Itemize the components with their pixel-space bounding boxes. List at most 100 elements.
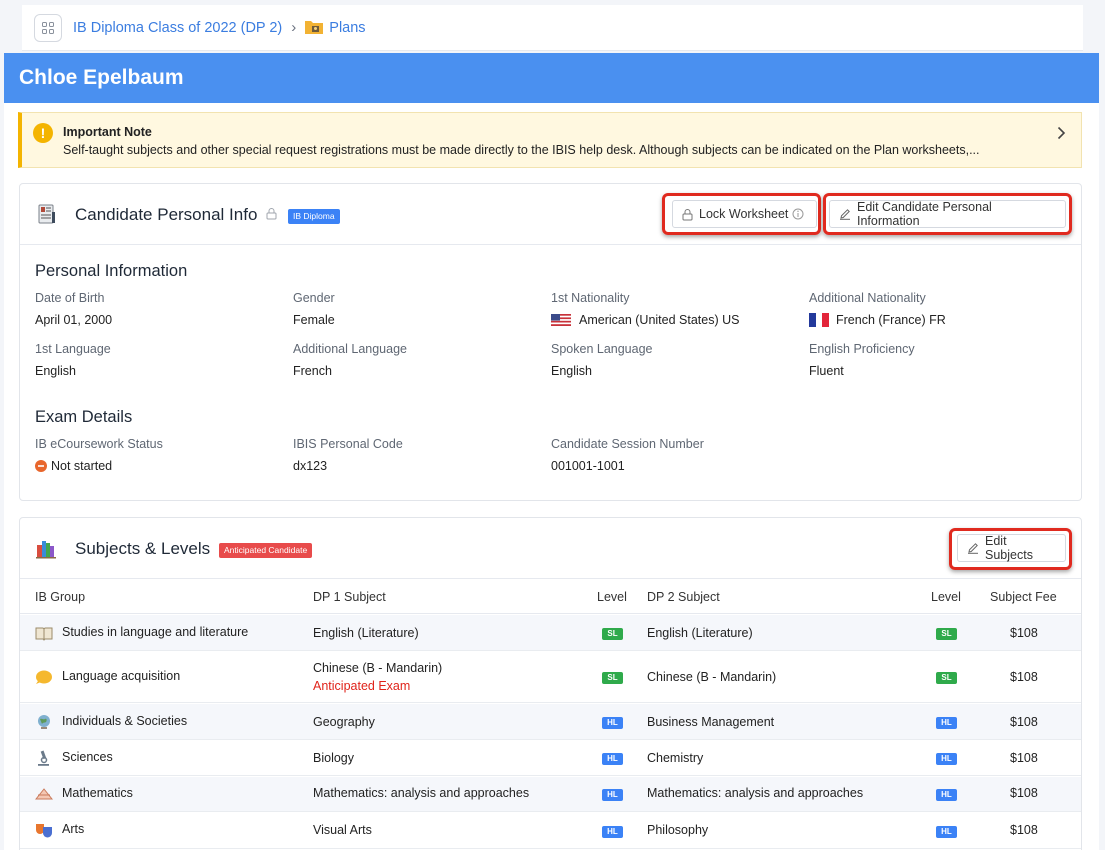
gender-value: Female xyxy=(293,313,335,327)
spoken-language-value: English xyxy=(551,364,592,378)
dob-value: April 01, 2000 xyxy=(35,313,113,327)
table-row: Language acquisition Chinese (B - Mandar… xyxy=(20,652,1081,703)
subject-fee: $108 xyxy=(1010,626,1038,640)
first-nationality-text: American (United States) US xyxy=(579,313,740,327)
lock-worksheet-button[interactable]: Lock Worksheet xyxy=(672,200,817,228)
breadcrumb-separator: › xyxy=(291,19,297,36)
student-name-header: Chloe Epelbaum xyxy=(4,53,1099,103)
ecoursework-value: Not started xyxy=(35,459,112,473)
additional-language-label: Additional Language xyxy=(293,342,407,356)
info-icon[interactable] xyxy=(792,208,804,220)
dob-label: Date of Birth xyxy=(35,291,105,305)
edit-subjects-button[interactable]: Edit Subjects xyxy=(957,534,1066,562)
group-name: Arts xyxy=(62,822,85,836)
note-title: Important Note xyxy=(63,125,152,139)
first-language-value: English xyxy=(35,364,76,378)
breadcrumb: IB Diploma Class of 2022 (DP 2) › Plans xyxy=(22,5,1083,51)
triangle-ruler-icon xyxy=(34,786,54,802)
col-ib-group: IB Group xyxy=(35,590,86,604)
gender-label: Gender xyxy=(293,291,335,305)
dp1-subject: Chinese (B - Mandarin) xyxy=(313,661,443,675)
card-header: Candidate Personal Info IB Diploma Lock … xyxy=(20,184,1081,245)
subject-fee: $108 xyxy=(1010,823,1038,837)
edit-personal-info-label: Edit Candidate Personal Information xyxy=(857,200,992,228)
breadcrumb-plans-link[interactable]: Plans xyxy=(329,20,365,36)
level-badge: HL xyxy=(602,717,623,729)
apps-grid-icon[interactable] xyxy=(34,13,62,42)
dp2-subject: Philosophy xyxy=(647,823,709,837)
level-badge: SL xyxy=(936,672,957,684)
main-content: ! Important Note Self-taught subjects an… xyxy=(4,103,1099,850)
microscope-icon xyxy=(35,750,53,766)
card-title: Subjects & Levels xyxy=(75,539,211,558)
first-nationality-value: American (United States) US xyxy=(551,313,739,327)
france-flag-icon xyxy=(809,313,829,327)
edit-personal-info-button[interactable]: Edit Candidate Personal Information xyxy=(829,200,1066,228)
dp2-subject: Mathematics: analysis and approaches xyxy=(647,786,864,800)
level-badge: HL xyxy=(936,753,957,765)
level-badge: HL xyxy=(936,717,957,729)
level-badge: HL xyxy=(936,789,957,801)
subject-fee: $108 xyxy=(1010,670,1038,684)
not-started-icon xyxy=(35,460,47,472)
card-header: Subjects & Levels Anticipated Candidate … xyxy=(20,518,1081,579)
first-nationality-label: 1st Nationality xyxy=(551,291,630,305)
subjects-levels-card: Subjects & Levels Anticipated Candidate … xyxy=(19,517,1082,850)
level-badge: HL xyxy=(936,826,957,838)
table-row: Sciences Biology HL Chemistry HL $108 xyxy=(20,741,1081,776)
us-flag-icon xyxy=(551,314,571,326)
dp1-subject: Geography xyxy=(313,715,375,729)
theater-masks-icon xyxy=(35,822,53,838)
session-number-label: Candidate Session Number xyxy=(551,437,704,451)
session-number-value: 001001-1001 xyxy=(551,459,625,473)
pencil-icon xyxy=(839,208,851,220)
group-name: Sciences xyxy=(62,750,113,764)
note-text: Self-taught subjects and other special r… xyxy=(63,143,980,157)
anticipated-candidate-badge: Anticipated Candidate xyxy=(219,543,313,558)
subject-fee: $108 xyxy=(1010,751,1038,765)
col-dp1-subject: DP 1 Subject xyxy=(313,590,386,604)
lock-icon xyxy=(682,208,693,221)
dp1-subject: English (Literature) xyxy=(313,626,419,640)
table-row: Studies in language and literature Engli… xyxy=(20,615,1081,651)
exam-details-heading: Exam Details xyxy=(35,408,133,426)
important-note[interactable]: ! Important Note Self-taught subjects an… xyxy=(18,112,1082,168)
additional-language-value: French xyxy=(293,364,332,378)
dp2-subject: Business Management xyxy=(647,715,775,729)
lock-icon xyxy=(266,207,277,223)
additional-nationality-label: Additional Nationality xyxy=(809,291,926,305)
program-badge: IB Diploma xyxy=(288,209,340,224)
level-badge: HL xyxy=(602,789,623,801)
ecoursework-label: IB eCoursework Status xyxy=(35,437,163,451)
lock-worksheet-label: Lock Worksheet xyxy=(699,207,789,221)
anticipated-exam-note: Anticipated Exam xyxy=(313,679,411,693)
group-name: Studies in language and literature xyxy=(62,625,249,639)
dp1-subject: Mathematics: analysis and approaches xyxy=(313,786,530,800)
english-proficiency-label: English Proficiency xyxy=(809,342,915,356)
level-badge: HL xyxy=(602,826,623,838)
table-row: Mathematics Mathematics: analysis and ap… xyxy=(20,777,1081,812)
breadcrumb-class-link[interactable]: IB Diploma Class of 2022 (DP 2) xyxy=(73,20,282,36)
folder-icon xyxy=(304,18,324,38)
group-name: Mathematics xyxy=(62,786,133,800)
subject-fee: $108 xyxy=(1010,786,1038,800)
subjects-table-header: IB Group DP 1 Subject Level DP 2 Subject… xyxy=(20,579,1081,614)
dp1-subject: Visual Arts xyxy=(313,823,372,837)
col-level-2: Level xyxy=(931,590,961,604)
ibis-code-value: dx123 xyxy=(293,459,328,473)
dp2-subject: Chinese (B - Mandarin) xyxy=(647,670,777,684)
level-badge: HL xyxy=(602,753,623,765)
candidate-personal-info-card: Candidate Personal Info IB Diploma Lock … xyxy=(19,183,1082,501)
ibis-code-label: IBIS Personal Code xyxy=(293,437,403,451)
personal-information-heading: Personal Information xyxy=(35,262,188,280)
first-language-label: 1st Language xyxy=(35,342,111,356)
col-level-1: Level xyxy=(597,590,627,604)
dp1-subject: Biology xyxy=(313,751,354,765)
col-dp2-subject: DP 2 Subject xyxy=(647,590,720,604)
subject-fee: $108 xyxy=(1010,715,1038,729)
chevron-right-icon[interactable] xyxy=(1057,126,1066,143)
col-subject-fee: Subject Fee xyxy=(990,590,1057,604)
english-proficiency-value: Fluent xyxy=(809,364,844,378)
books-icon xyxy=(36,537,58,562)
warning-icon: ! xyxy=(33,123,53,143)
